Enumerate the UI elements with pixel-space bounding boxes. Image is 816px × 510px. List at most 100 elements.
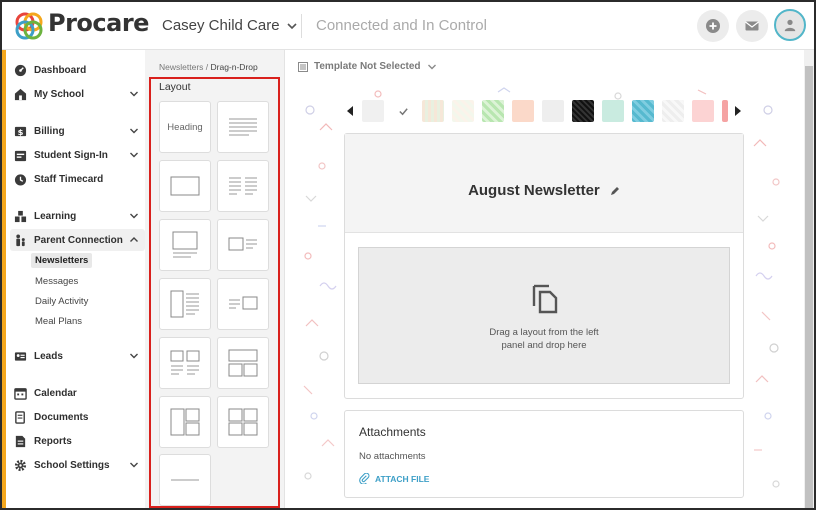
header-divider bbox=[301, 14, 302, 38]
sidebar-item-billing[interactable]: $ Billing bbox=[10, 120, 145, 142]
sidebar-item-documents[interactable]: Documents bbox=[10, 406, 145, 428]
tagline: Connected and In Control bbox=[316, 17, 487, 34]
sidebar-item-staff-timecard[interactable]: Staff Timecard bbox=[10, 168, 145, 190]
sidebar-item-reports[interactable]: Reports bbox=[10, 430, 145, 452]
copy-icon bbox=[532, 284, 558, 314]
wide-two-images-icon bbox=[228, 349, 258, 377]
sidebar-item-label: Billing bbox=[34, 125, 65, 137]
layout-tile-divider[interactable] bbox=[159, 454, 211, 506]
template-selector[interactable]: Template Not Selected bbox=[298, 61, 437, 72]
dropzone-line-1: Drag a layout from the left bbox=[489, 327, 599, 338]
messages-button[interactable] bbox=[736, 10, 768, 42]
image-left-text-icon bbox=[228, 237, 257, 251]
main-scrollbar[interactable] bbox=[804, 50, 814, 508]
text-image-right-icon bbox=[229, 296, 258, 310]
reports-icon bbox=[12, 433, 28, 449]
sidebar-item-school-settings[interactable]: School Settings bbox=[10, 454, 145, 476]
sidebar-item-student-sign-in[interactable]: Student Sign-In bbox=[10, 144, 145, 166]
swatch-pattern-4[interactable] bbox=[512, 100, 534, 122]
parent-icon bbox=[12, 232, 28, 248]
newsletter-title-row[interactable]: August Newsletter bbox=[345, 182, 743, 200]
procare-logo-icon[interactable] bbox=[14, 11, 44, 41]
school-name: Casey Child Care bbox=[162, 17, 280, 34]
layout-tile-heading[interactable]: Heading bbox=[159, 101, 211, 153]
swatch-pattern-5[interactable] bbox=[542, 100, 564, 122]
layout-tile-tall-two-images[interactable] bbox=[159, 396, 211, 448]
layout-tile-image-caption[interactable] bbox=[159, 219, 211, 271]
sidebar-subitem-messages[interactable]: Messages bbox=[31, 274, 82, 289]
layout-tile-wide-two-images[interactable] bbox=[217, 337, 269, 389]
swatch-next-arrow[interactable] bbox=[734, 105, 742, 117]
sidebar-item-leads[interactable]: Leads bbox=[10, 345, 145, 367]
sidebar-item-label: School Settings bbox=[34, 459, 110, 471]
layout-tile-tall-image-text[interactable] bbox=[159, 278, 211, 330]
swatch-pattern-8[interactable] bbox=[632, 100, 654, 122]
layout-tile-two-column-text[interactable] bbox=[217, 160, 269, 212]
chevron-down-icon bbox=[130, 353, 138, 359]
attach-file-label: ATTACH FILE bbox=[375, 473, 430, 484]
layout-tile-image[interactable] bbox=[159, 160, 211, 212]
school-selector[interactable]: Casey Child Care bbox=[162, 17, 298, 34]
chevron-down-icon bbox=[130, 462, 138, 468]
swatch-pattern-3[interactable] bbox=[482, 100, 504, 122]
swatch-pattern-9[interactable] bbox=[662, 100, 684, 122]
layout-tile-four-images[interactable] bbox=[217, 396, 269, 448]
sidebar-item-label: Dashboard bbox=[34, 64, 87, 76]
swatch-pattern-1[interactable] bbox=[422, 100, 444, 122]
layout-tile-text-image-right[interactable] bbox=[217, 278, 269, 330]
layout-panel: Newsletters / Drag-n-Drop Layout Heading bbox=[145, 50, 285, 508]
breadcrumb-current: Drag-n-Drop bbox=[210, 62, 258, 72]
chevron-down-icon bbox=[130, 213, 138, 219]
heading-tile-label: Heading bbox=[167, 121, 203, 133]
dashboard-icon bbox=[12, 62, 28, 78]
attachments-empty-text: No attachments bbox=[359, 451, 426, 462]
swatch-selected[interactable] bbox=[392, 100, 414, 122]
swatch-pattern-2[interactable] bbox=[452, 100, 474, 122]
swatch-pattern-11[interactable] bbox=[722, 100, 728, 122]
template-icon bbox=[298, 61, 308, 72]
add-button[interactable] bbox=[697, 10, 729, 42]
chevron-up-icon bbox=[130, 237, 138, 242]
app-window: Procare Casey Child Care Connected and I… bbox=[0, 0, 816, 510]
sidebar-item-calendar[interactable]: Calendar bbox=[10, 382, 145, 404]
swatch-plain-gray[interactable] bbox=[362, 100, 384, 122]
breadcrumb-newsletters[interactable]: Newsletters bbox=[159, 62, 203, 72]
pencil-icon[interactable] bbox=[610, 183, 620, 200]
attach-file-button[interactable]: ATTACH FILE bbox=[359, 473, 429, 484]
sidebar-item-label: Staff Timecard bbox=[34, 173, 104, 185]
swatch-pattern-10[interactable] bbox=[692, 100, 714, 122]
tall-two-images-icon bbox=[170, 408, 200, 436]
two-images-text-icon bbox=[170, 350, 200, 375]
school-icon bbox=[12, 86, 28, 102]
swatch-prev-arrow[interactable] bbox=[346, 105, 354, 117]
chevron-down-icon bbox=[130, 91, 138, 97]
breadcrumb: Newsletters / Drag-n-Drop bbox=[159, 62, 258, 72]
sidebar-subitem-meal-plans[interactable]: Meal Plans bbox=[31, 314, 86, 329]
sidebar-item-label: Student Sign-In bbox=[34, 149, 108, 161]
newsletter-editor: Template Not Selected August Newsletter … bbox=[286, 50, 804, 508]
layout-tile-text[interactable] bbox=[217, 101, 269, 153]
layout-dropzone[interactable]: Drag a layout from the left panel and dr… bbox=[358, 247, 730, 384]
sidebar-item-label: Parent Connection bbox=[34, 234, 123, 246]
sidebar-item-parent-connection[interactable]: Parent Connection bbox=[10, 229, 145, 251]
timecard-icon bbox=[12, 171, 28, 187]
sidebar-item-my-school[interactable]: My School bbox=[10, 83, 145, 105]
sidebar-item-learning[interactable]: Learning bbox=[10, 205, 145, 227]
checkmark-icon bbox=[398, 107, 408, 115]
divider-line-icon bbox=[171, 479, 199, 481]
sidebar-item-label: Learning bbox=[34, 210, 77, 222]
sidebar-subitem-daily-activity[interactable]: Daily Activity bbox=[31, 294, 92, 309]
sidebar-item-label: Leads bbox=[34, 350, 63, 362]
user-avatar[interactable] bbox=[774, 9, 806, 41]
sidebar-subitem-newsletters[interactable]: Newsletters bbox=[31, 253, 93, 268]
learning-icon bbox=[12, 208, 28, 224]
image-block-icon bbox=[170, 176, 200, 196]
plus-circle-icon bbox=[706, 19, 720, 33]
scrollbar-thumb[interactable] bbox=[805, 66, 813, 508]
swatch-pattern-7[interactable] bbox=[602, 100, 624, 122]
layout-tile-two-images-text[interactable] bbox=[159, 337, 211, 389]
swatch-pattern-6[interactable] bbox=[572, 100, 594, 122]
layout-tile-image-left-text[interactable] bbox=[217, 219, 269, 271]
sidebar-item-dashboard[interactable]: Dashboard bbox=[10, 59, 145, 81]
brand-name[interactable]: Procare bbox=[48, 9, 149, 37]
